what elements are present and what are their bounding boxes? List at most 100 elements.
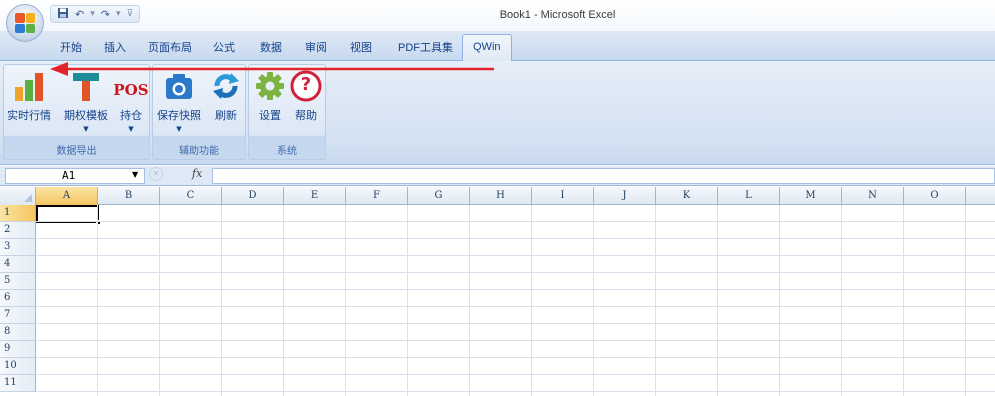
row-header-2[interactable]: 2 (0, 222, 36, 239)
settings-button[interactable]: 设置 (253, 69, 287, 123)
row-header-4[interactable]: 4 (0, 256, 36, 273)
column-header-g[interactable]: G (408, 187, 470, 205)
help-label: 帮助 (295, 110, 317, 122)
row-gridline (36, 391, 995, 392)
column-header-l[interactable]: L (718, 187, 780, 205)
row-header-5[interactable]: 5 (0, 273, 36, 290)
group-aux-functions: 保存快照 ▼ 刷新 辅助功能 (152, 64, 246, 160)
group-label-system: 系统 (277, 146, 297, 157)
worksheet-grid[interactable]: ABCDEFGHIJKLMNO 1 2 3 4 5 6 7 8 9 10 11 (0, 187, 995, 396)
tab-qwin[interactable]: QWin (462, 34, 512, 61)
column-header-b[interactable]: B (98, 187, 160, 205)
tab-view[interactable]: 视图 (350, 39, 372, 55)
column-header-n[interactable]: N (842, 187, 904, 205)
column-header-e[interactable]: E (284, 187, 346, 205)
tab-data[interactable]: 数据 (260, 39, 282, 55)
column-gridline (469, 205, 470, 396)
row-header-11[interactable]: 11 (0, 375, 36, 392)
row-gridline (36, 255, 995, 256)
bar-chart-icon (12, 69, 46, 103)
group-label-data-export: 数据导出 (56, 146, 97, 157)
chevron-down-icon: ▼ (128, 125, 134, 133)
chevron-down-icon: ▼ (83, 125, 89, 133)
row-gridline (36, 340, 995, 341)
select-all-button[interactable] (0, 187, 36, 205)
option-template-button[interactable]: 期权模板 ▼ (64, 69, 108, 133)
row-header-10[interactable]: 10 (0, 358, 36, 375)
office-logo-icon (15, 13, 35, 33)
column-gridline (283, 205, 284, 396)
group-label-aux-functions: 辅助功能 (179, 146, 219, 157)
row-header-3[interactable]: 3 (0, 239, 36, 256)
ribbon: 实时行情 期权模板 ▼ POS 持仓 ▼ 数据导出 保存快照 ▼ 刷新 辅助功能… (0, 61, 995, 165)
column-gridline (841, 205, 842, 396)
column-gridline (221, 205, 222, 396)
position-button[interactable]: POS 持仓 ▼ (113, 69, 148, 133)
insert-function-icon[interactable]: fx (192, 167, 202, 180)
column-gridline (965, 205, 966, 396)
row-gridline (36, 357, 995, 358)
column-header-i[interactable]: I (532, 187, 594, 205)
option-template-label: 期权模板 (64, 110, 108, 122)
formula-bar: A1 ▼ ✕ fx (0, 166, 995, 186)
row-header-8[interactable]: 8 (0, 324, 36, 341)
column-gridline (779, 205, 780, 396)
help-button[interactable]: ? 帮助 (289, 69, 323, 123)
name-box-dropdown-icon[interactable]: ▼ (132, 170, 138, 179)
tab-insert[interactable]: 插入 (104, 39, 126, 55)
column-header-a[interactable]: A (36, 187, 98, 205)
column-gridline (903, 205, 904, 396)
tab-review[interactable]: 审阅 (305, 39, 327, 55)
chevron-down-icon: ▼ (176, 125, 182, 133)
column-gridline (97, 205, 98, 396)
annotation-arrow (50, 62, 494, 76)
row-header-6[interactable]: 6 (0, 290, 36, 307)
column-gridline (593, 205, 594, 396)
tab-home[interactable]: 开始 (60, 39, 82, 55)
cancel-icon[interactable]: ✕ (149, 167, 163, 181)
group-system: 设置 ? 帮助 系统 (248, 64, 326, 160)
office-button[interactable] (6, 4, 44, 42)
ribbon-tabs: 开始 插入 页面布局 公式 数据 审阅 视图 PDF工具集 QWin (0, 31, 995, 61)
row-gridline (36, 323, 995, 324)
column-gridline (655, 205, 656, 396)
row-gridline (36, 272, 995, 273)
column-gridline (345, 205, 346, 396)
column-header-o[interactable]: O (904, 187, 966, 205)
realtime-quotes-label: 实时行情 (7, 110, 51, 122)
row-gridline (36, 289, 995, 290)
column-header-j[interactable]: J (594, 187, 656, 205)
column-header-f[interactable]: F (346, 187, 408, 205)
settings-label: 设置 (259, 110, 281, 122)
column-gridline (717, 205, 718, 396)
column-gridline (407, 205, 408, 396)
window-title: Book1 - Microsoft Excel (499, 9, 616, 21)
save-snapshot-label: 保存快照 (157, 110, 201, 122)
tab-pdf-tools[interactable]: PDF工具集 (398, 39, 453, 55)
tab-formulas[interactable]: 公式 (213, 39, 235, 55)
row-header-1[interactable]: 1 (0, 205, 36, 222)
row-gridline (36, 221, 995, 222)
refresh-label: 刷新 (215, 110, 237, 122)
row-gridline (36, 238, 995, 239)
tab-page-layout[interactable]: 页面布局 (148, 39, 192, 55)
column-header-k[interactable]: K (656, 187, 718, 205)
row-gridline (36, 374, 995, 375)
column-gridline (159, 205, 160, 396)
name-box[interactable]: A1 (5, 168, 145, 184)
row-header-7[interactable]: 7 (0, 307, 36, 324)
row-header-9[interactable]: 9 (0, 341, 36, 358)
column-gridline (531, 205, 532, 396)
refresh-button[interactable]: 刷新 (209, 69, 243, 123)
column-header-m[interactable]: M (780, 187, 842, 205)
realtime-quotes-button[interactable]: 实时行情 (7, 69, 51, 123)
position-label: 持仓 (120, 110, 142, 122)
formula-input[interactable] (212, 168, 995, 184)
save-snapshot-button[interactable]: 保存快照 ▼ (157, 69, 201, 133)
group-data-export: 实时行情 期权模板 ▼ POS 持仓 ▼ 数据导出 (3, 64, 150, 160)
column-header-c[interactable]: C (160, 187, 222, 205)
column-headers: ABCDEFGHIJKLMNO (0, 187, 995, 205)
title-bar: ↶ ▾ ↷ ▾ ⊽ Book1 - Microsoft Excel (0, 0, 995, 31)
column-header-d[interactable]: D (222, 187, 284, 205)
column-header-h[interactable]: H (470, 187, 532, 205)
